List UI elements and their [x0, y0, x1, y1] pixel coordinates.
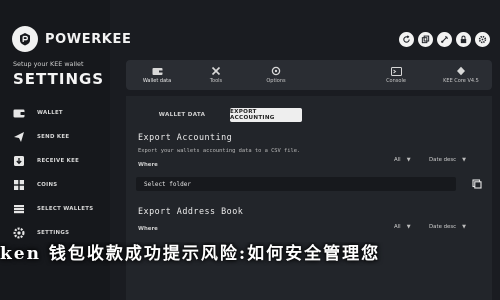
- brand-name: POWERKEE: [45, 31, 132, 47]
- address-sort-select[interactable]: Date desc ▼: [429, 224, 466, 230]
- copy-icon[interactable]: [418, 32, 433, 47]
- sidebar-item-wallet[interactable]: WALLET: [0, 102, 110, 124]
- options-icon: [270, 66, 282, 76]
- sidebar-item-receive-kee[interactable]: RECEIVE KEE: [0, 150, 110, 172]
- tab-options[interactable]: Options: [256, 60, 296, 90]
- filter-select[interactable]: All ▼: [394, 157, 411, 163]
- sidebar-item-settings[interactable]: SETTINGS: [0, 222, 110, 244]
- top-toolbar: [399, 32, 490, 47]
- sort-select-value: Date desc: [429, 157, 457, 163]
- wallet-data-icon: [151, 66, 163, 76]
- sidebar-item-send-kee[interactable]: SEND KEE: [0, 126, 110, 148]
- gear-icon[interactable]: [475, 32, 490, 47]
- powerkee-logo-icon: [12, 26, 38, 52]
- tab-wallet-data[interactable]: Wallet data: [134, 60, 180, 90]
- core-icon: [455, 66, 467, 76]
- tab-label: KEE Core V4.5: [443, 78, 479, 84]
- sidebar-item-label: SETTINGS: [37, 230, 70, 236]
- tab-tools[interactable]: Tools: [196, 60, 236, 90]
- where-label: Where: [138, 226, 158, 232]
- folder-browse-button[interactable]: [470, 177, 484, 191]
- tab-kee-core[interactable]: KEE Core V4.5: [436, 60, 486, 90]
- tab-console[interactable]: Console: [376, 60, 416, 90]
- tab-label: Wallet data: [142, 78, 172, 84]
- send-icon: [12, 130, 26, 144]
- sidebar-item-label: RECEIVE KEE: [37, 158, 80, 164]
- sub-tabs: WALLET DATA EXPORT ACCOUNTING: [126, 104, 492, 126]
- device-tabbar: Wallet data Tools Options Console KEE Co…: [126, 60, 492, 90]
- export-address-book-title: Export Address Book: [138, 206, 244, 216]
- tab-wallet-data-sub[interactable]: WALLET DATA: [134, 108, 230, 122]
- receive-icon: [12, 154, 26, 168]
- tools-icon: [210, 66, 222, 76]
- chevron-down-icon: ▼: [462, 157, 466, 163]
- export-accounting-title: Export Accounting: [138, 132, 233, 142]
- export-accounting-subtitle: Export your wallets accounting data to a…: [138, 148, 301, 154]
- refresh-icon[interactable]: [399, 32, 414, 47]
- usb-icon[interactable]: [437, 32, 452, 47]
- chevron-down-icon: ▼: [406, 157, 411, 163]
- tab-label: Tools: [209, 78, 223, 84]
- chevron-down-icon: ▼: [462, 224, 466, 230]
- address-filter-select[interactable]: All ▼: [394, 224, 411, 230]
- coins-icon: [12, 178, 26, 192]
- wallets-icon: [12, 202, 26, 216]
- overlay-headline: ken 钱包收款成功提示风险:如何安全管理您: [0, 244, 381, 264]
- sidebar-item-label: SEND KEE: [37, 134, 70, 140]
- sidebar-item-label: SELECT WALLETS: [37, 206, 94, 212]
- settings-icon: [12, 226, 26, 240]
- settings-panel: WALLET DATA EXPORT ACCOUNTING Export Acc…: [126, 96, 492, 300]
- tab-export-accounting[interactable]: EXPORT ACCOUNTING: [230, 108, 302, 122]
- app-window: POWERKEE Setup your KEE wallet SETTINGS …: [0, 0, 500, 300]
- filter-select-value: All: [394, 157, 401, 163]
- lock-icon[interactable]: [456, 32, 471, 47]
- sidebar-item-label: COINS: [37, 182, 58, 188]
- brand: POWERKEE: [12, 26, 131, 52]
- sidebar-item-coins[interactable]: COINS: [0, 174, 110, 196]
- folder-path-input[interactable]: Select folder: [136, 177, 456, 191]
- tab-label: Options: [266, 78, 286, 84]
- wallet-icon: [12, 106, 26, 120]
- filter-select-value: All: [394, 224, 401, 230]
- console-icon: [390, 66, 402, 76]
- sidebar-item-label: WALLET: [37, 110, 63, 116]
- sort-select[interactable]: Date desc ▼: [429, 157, 466, 163]
- setup-text: Setup your KEE wallet: [13, 60, 84, 68]
- sidebar-item-select-wallets[interactable]: SELECT WALLETS: [0, 198, 110, 220]
- where-label: Where: [138, 162, 158, 168]
- sort-select-value: Date desc: [429, 224, 457, 230]
- tab-label: Console: [386, 78, 406, 84]
- chevron-down-icon: ▼: [406, 224, 411, 230]
- open-folder-icon: [472, 179, 482, 189]
- sidebar-title: SETTINGS: [13, 70, 105, 88]
